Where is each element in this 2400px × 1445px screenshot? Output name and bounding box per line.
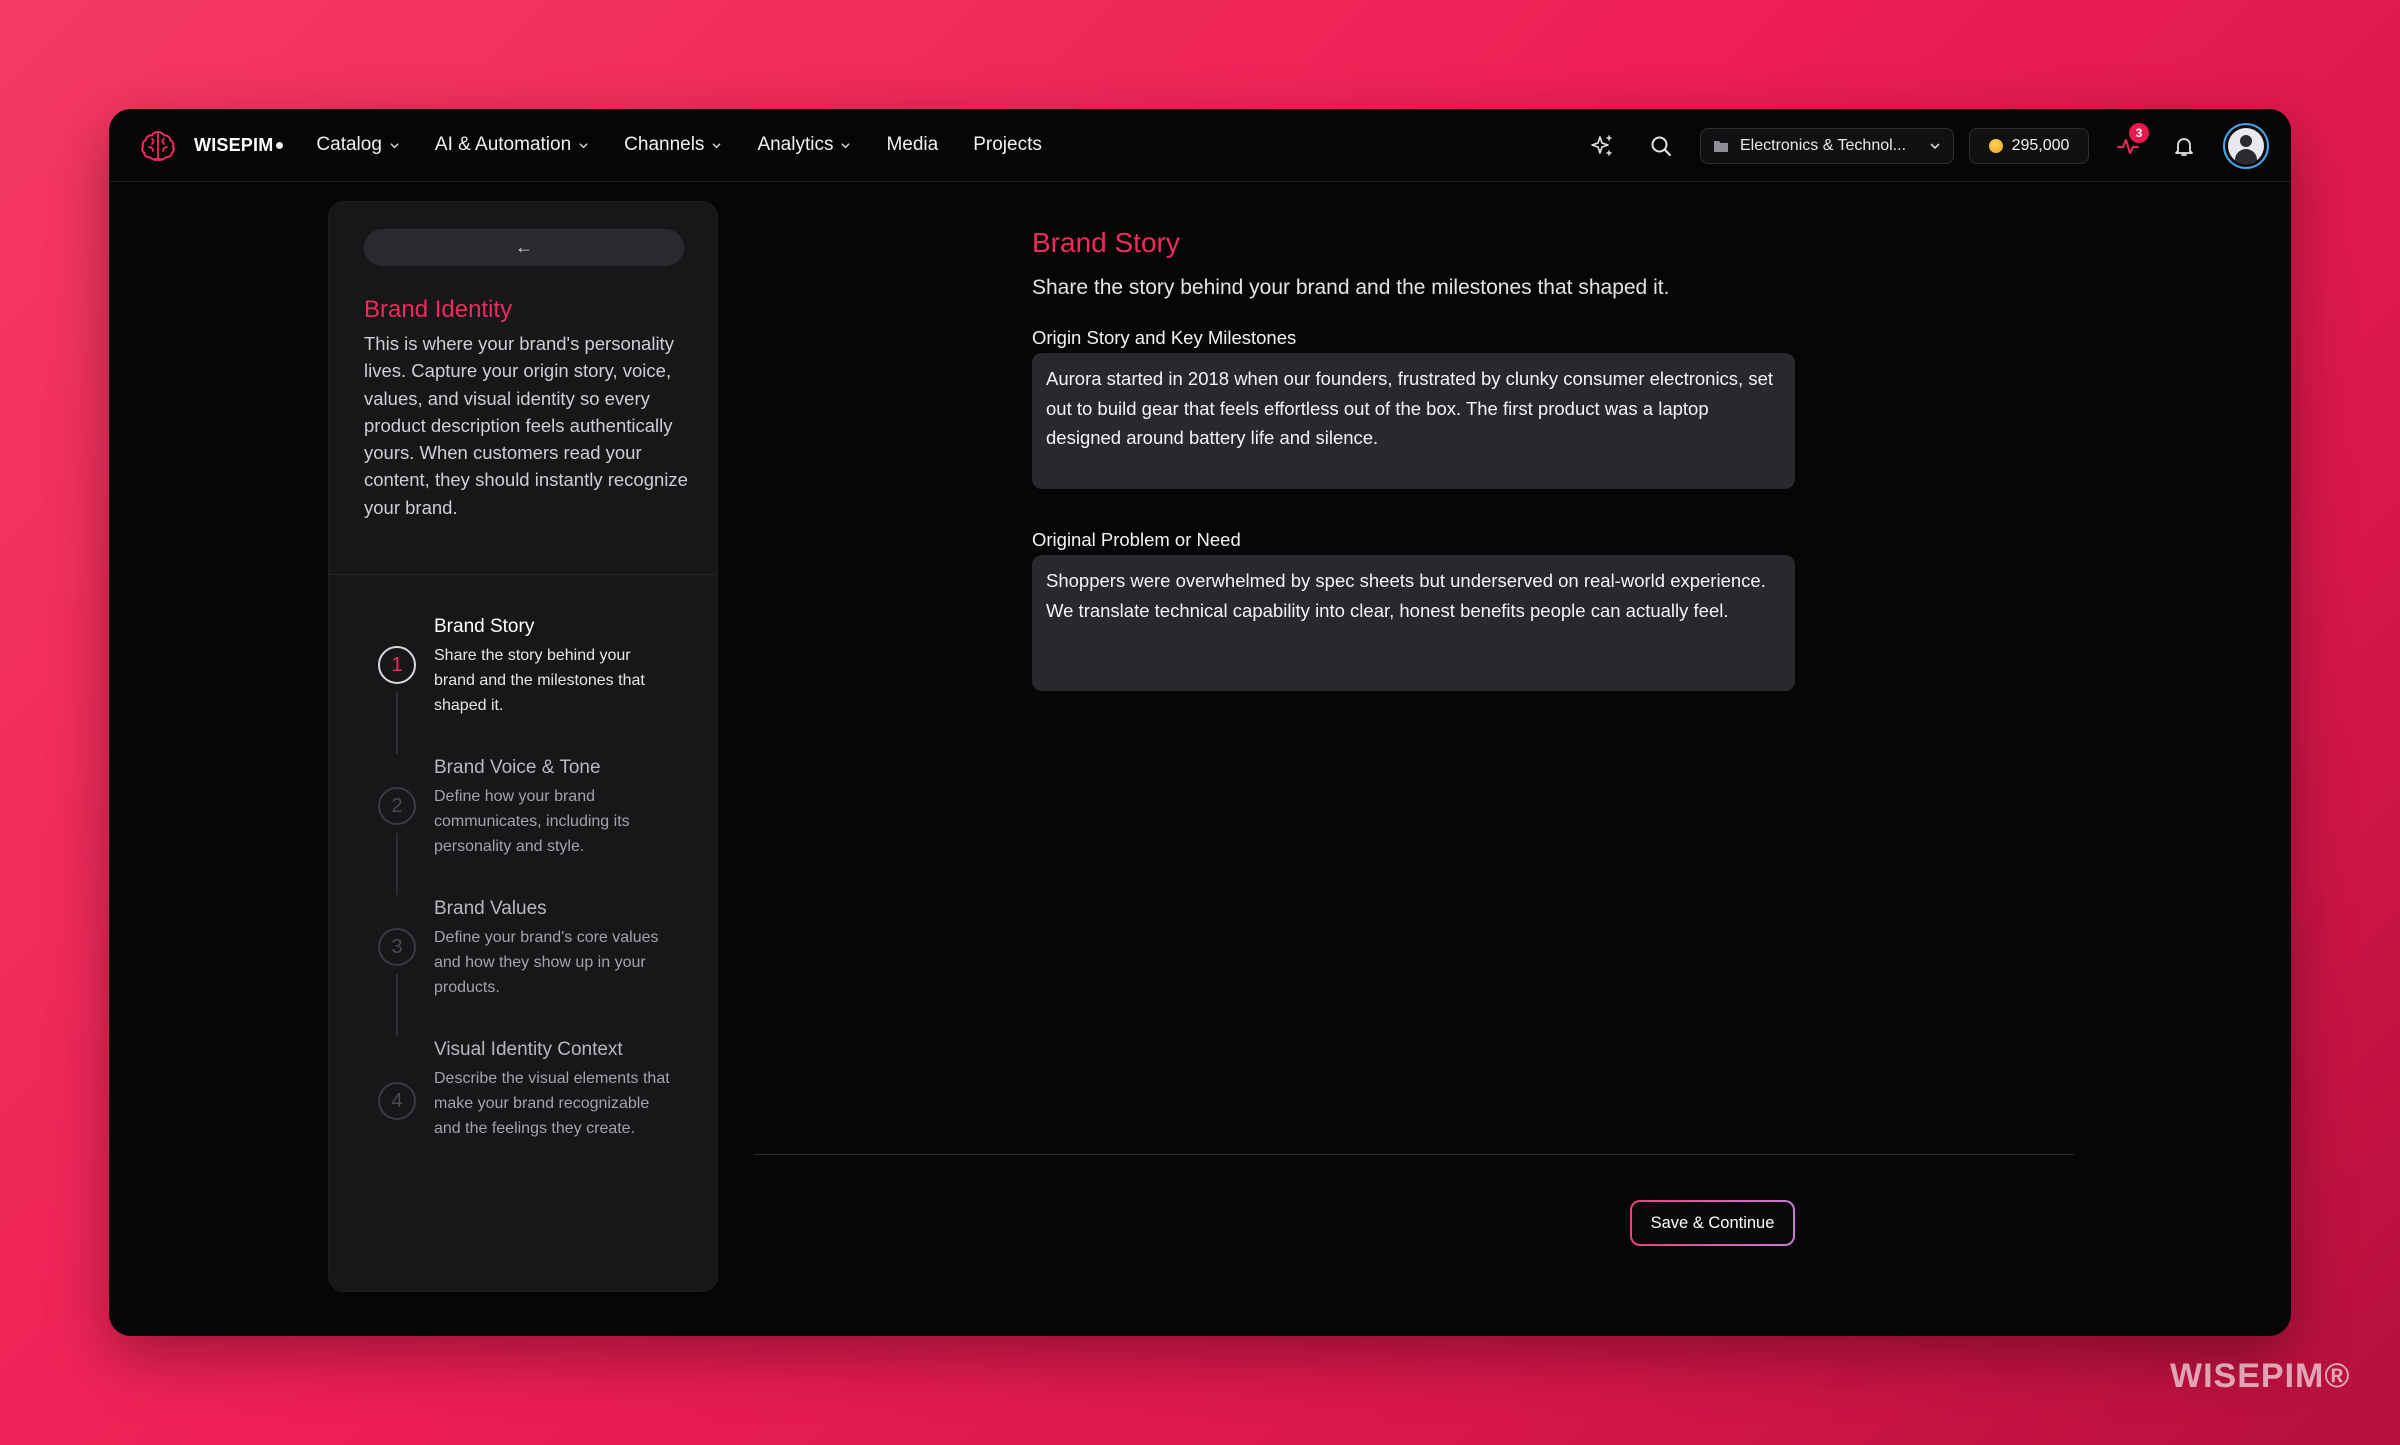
workspace-label: Electronics & Technol... bbox=[1740, 136, 1907, 154]
footer-divider bbox=[754, 1154, 2074, 1155]
nav-item-ai-automation[interactable]: AI & Automation bbox=[435, 134, 589, 156]
step-title: Brand Values bbox=[434, 898, 547, 919]
folder-icon bbox=[1714, 140, 1728, 152]
nav-item-label: Projects bbox=[973, 134, 1042, 155]
step-description: Define your brand's core values and how … bbox=[434, 929, 659, 996]
step-title: Visual Identity Context bbox=[434, 1039, 623, 1060]
workspace-selector[interactable]: Electronics & Technol... bbox=[1700, 127, 1954, 164]
step-number-circle: 3 bbox=[378, 928, 416, 966]
original-problem-textarea[interactable]: Shoppers were overwhelmed by spec sheets… bbox=[1032, 555, 1795, 691]
brand-name-text: WISEPIM bbox=[194, 134, 274, 155]
chevron-down-icon bbox=[712, 142, 721, 148]
page-subtitle: Share the story behind your brand and th… bbox=[1032, 276, 1670, 299]
step-title: Brand Story bbox=[434, 616, 535, 637]
notification-count-badge: 3 bbox=[2129, 122, 2149, 143]
nav-item-media[interactable]: Media bbox=[886, 134, 938, 156]
divider bbox=[329, 574, 717, 575]
nav-item-channels[interactable]: Channels bbox=[624, 134, 722, 156]
step-number-circle: 4 bbox=[378, 1082, 416, 1120]
nav-item-analytics[interactable]: Analytics bbox=[757, 134, 851, 156]
search-button[interactable] bbox=[1644, 129, 1678, 163]
credits-value: 295,000 bbox=[2011, 136, 2070, 154]
chevron-down-icon bbox=[390, 142, 399, 148]
brand-name: WISEPIM bbox=[194, 134, 284, 156]
save-continue-button[interactable]: Save & Continue bbox=[1630, 1200, 1795, 1246]
step-connector bbox=[396, 833, 398, 895]
sidebar-panel: ← Brand Identity This is where your bran… bbox=[328, 201, 718, 1292]
step-connector bbox=[396, 692, 398, 754]
arrow-left-icon: ← bbox=[515, 237, 533, 257]
brain-logo-icon bbox=[141, 130, 175, 161]
nav-item-projects[interactable]: Projects bbox=[973, 134, 1042, 156]
brand-watermark: WISEPIM® bbox=[2170, 1357, 2351, 1395]
nav-item-label: Catalog bbox=[316, 134, 382, 155]
sparkles-icon bbox=[1591, 134, 1612, 156]
brand-logo[interactable]: WISEPIM bbox=[138, 125, 284, 165]
ai-assistant-button[interactable] bbox=[1585, 129, 1619, 163]
sidebar-description: This is where your brand's personality l… bbox=[364, 333, 688, 518]
user-icon bbox=[2228, 127, 2264, 164]
nav-item-label: Channels bbox=[624, 134, 705, 155]
credits-balance[interactable]: 295,000 bbox=[1969, 127, 2089, 164]
origin-story-textarea[interactable]: Aurora started in 2018 when our founders… bbox=[1032, 353, 1795, 489]
back-button[interactable]: ← bbox=[364, 229, 684, 266]
notifications-button[interactable] bbox=[2167, 129, 2201, 163]
chevron-down-icon bbox=[842, 142, 850, 148]
step-description: Share the story behind your brand and th… bbox=[434, 647, 645, 714]
coin-icon bbox=[1988, 138, 2003, 153]
nav-item-label: Analytics bbox=[757, 134, 834, 155]
origin-story-label: Origin Story and Key Milestones bbox=[1032, 327, 1297, 348]
app-window: WISEPIM Catalog AI & Automation Channels… bbox=[109, 109, 2291, 1336]
nav-menu: Catalog AI & Automation Channels Analyti… bbox=[316, 134, 1076, 156]
chevron-down-icon bbox=[1930, 143, 1940, 149]
nav-item-label: Media bbox=[886, 134, 939, 155]
step-description: Describe the visual elements that make y… bbox=[434, 1070, 670, 1137]
bell-icon bbox=[2175, 137, 2193, 156]
page-title: Brand Story bbox=[1032, 227, 1180, 258]
chevron-down-icon bbox=[579, 142, 588, 148]
nav-item-label: AI & Automation bbox=[434, 134, 572, 155]
step-connector bbox=[396, 974, 398, 1036]
original-problem-label: Original Problem or Need bbox=[1032, 529, 1241, 550]
step-number-circle: 2 bbox=[378, 787, 416, 825]
nav-actions: Electronics & Technol... 295,000 3 bbox=[1585, 109, 2269, 182]
user-avatar[interactable] bbox=[2223, 122, 2269, 169]
search-icon bbox=[1651, 136, 1671, 156]
activity-button[interactable]: 3 bbox=[2111, 122, 2149, 163]
top-navigation: WISEPIM Catalog AI & Automation Channels… bbox=[109, 109, 2291, 182]
step-description: Define how your brand communicates, incl… bbox=[434, 788, 630, 855]
sidebar-title: Brand Identity bbox=[364, 296, 513, 323]
step-title: Brand Voice & Tone bbox=[434, 757, 601, 778]
nav-item-catalog[interactable]: Catalog bbox=[316, 134, 400, 156]
registered-dot bbox=[276, 142, 284, 150]
step-number-circle: 1 bbox=[378, 646, 416, 684]
